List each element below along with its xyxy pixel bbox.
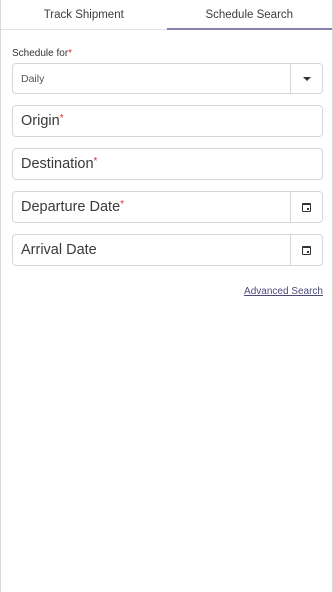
schedule-for-select[interactable]: Daily <box>12 63 323 94</box>
caret-down-icon <box>302 76 311 81</box>
tab-schedule-search[interactable]: Schedule Search <box>166 0 333 30</box>
arrival-date-field[interactable]: Arrival Date <box>12 234 323 266</box>
arrival-date-placeholder: Arrival Date <box>21 242 97 258</box>
tab-schedule-search-label: Schedule Search <box>205 8 294 21</box>
tab-track-shipment[interactable]: Track Shipment <box>1 0 167 29</box>
departure-calendar-button[interactable] <box>290 192 322 222</box>
required-asterisk: * <box>120 199 125 210</box>
calendar-icon <box>302 245 311 255</box>
departure-date-field[interactable]: Departure Date* <box>12 191 323 223</box>
tab-track-shipment-label: Track Shipment <box>43 8 124 21</box>
calendar-icon <box>302 202 311 212</box>
origin-placeholder: Origin* <box>13 113 322 129</box>
advanced-search-link[interactable]: Advanced Search <box>244 286 323 297</box>
schedule-for-value: Daily <box>21 72 45 85</box>
origin-label-text: Origin <box>21 113 60 129</box>
tab-bar: Track Shipment Schedule Search <box>1 0 332 30</box>
advanced-search-row: Advanced Search <box>12 286 323 297</box>
arrival-calendar-button[interactable] <box>290 235 322 265</box>
schedule-search-form: Schedule for* Daily Origin* Destination*… <box>1 48 332 297</box>
destination-field[interactable]: Destination* <box>12 148 323 180</box>
app-frame: Track Shipment Schedule Search Schedule … <box>0 0 333 592</box>
departure-date-placeholder: Departure Date* <box>13 199 290 215</box>
required-asterisk: * <box>68 48 73 59</box>
origin-field[interactable]: Origin* <box>12 105 323 137</box>
destination-label-text: Destination <box>21 156 94 172</box>
schedule-for-label-text: Schedule for <box>12 48 69 59</box>
departure-date-label-text: Departure Date <box>21 199 121 215</box>
dropdown-button[interactable] <box>290 64 322 93</box>
required-asterisk: * <box>93 156 98 167</box>
schedule-for-label: Schedule for* <box>12 48 323 59</box>
destination-placeholder: Destination* <box>13 156 322 172</box>
required-asterisk: * <box>59 113 64 124</box>
